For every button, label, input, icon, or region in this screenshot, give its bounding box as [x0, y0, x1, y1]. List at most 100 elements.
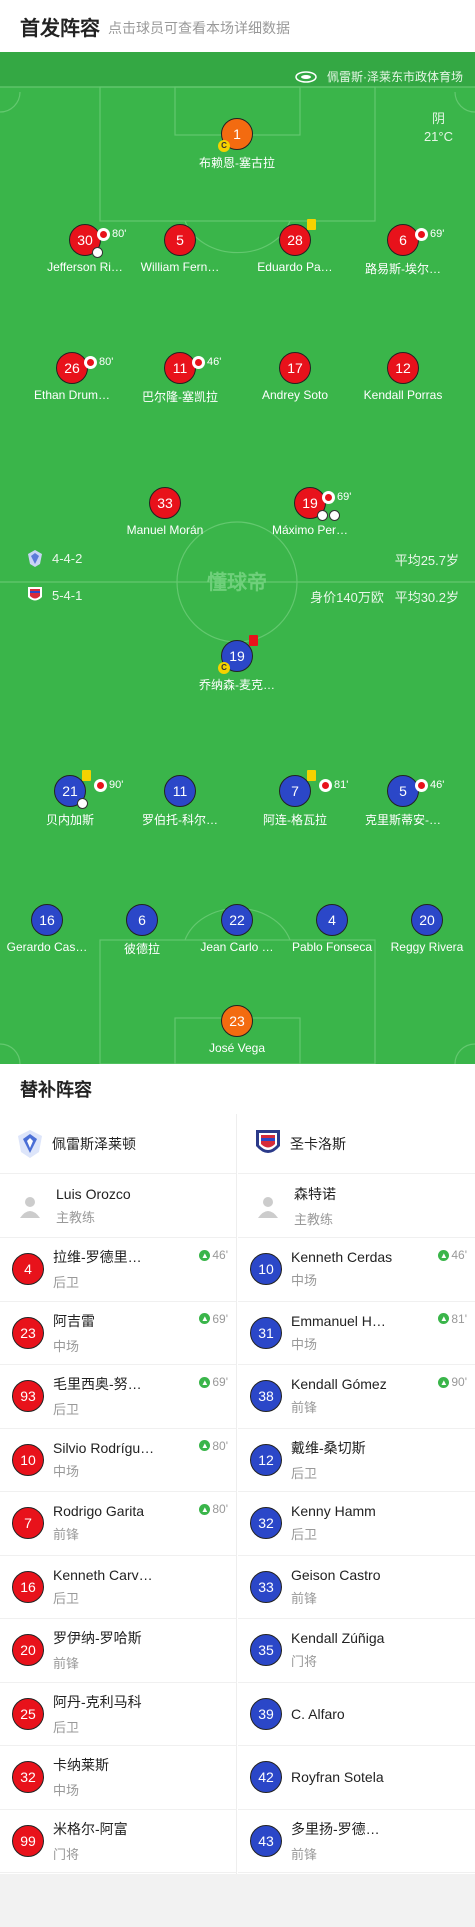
sub-player-number: 99: [12, 1824, 44, 1857]
sub-player-row[interactable]: 10 Kenneth Cerdas 中场 ▲ 46': [238, 1238, 475, 1302]
sub-player-info: 阿丹-克利马科 后卫: [53, 1692, 168, 1736]
home-player[interactable]: 17 Andrey Soto: [240, 352, 350, 402]
sub-player-row[interactable]: 32 卡纳莱斯 中场: [0, 1746, 236, 1810]
player-number: 11: [172, 360, 188, 376]
stadium-icon: [295, 70, 317, 83]
home-player[interactable]: 33 Manuel Morán: [110, 487, 220, 537]
sub-player-info: 多里扬-罗德… 前锋: [291, 1819, 406, 1863]
sub-player-number: 39: [250, 1697, 282, 1730]
player-number: 11: [172, 783, 188, 799]
sub-player-row[interactable]: 35 Kendall Zúñiga 门将: [238, 1619, 475, 1683]
away-player[interactable]: 23 José Vega: [182, 1005, 292, 1055]
sub-player-row[interactable]: 39 C. Alfaro: [238, 1683, 475, 1746]
sub-player-role: 门将: [291, 1654, 318, 1670]
home-player[interactable]: 30 80' Jefferson Ri…: [30, 224, 140, 274]
sub-player-name: Royfran Sotela: [291, 1769, 384, 1786]
sub-on-icon: ▲: [199, 1313, 211, 1324]
player-name: Máximo Per…: [271, 523, 348, 537]
home-team-header[interactable]: 佩雷斯泽莱顿: [0, 1114, 236, 1174]
sub-player-info: 卡纳莱斯 中场: [53, 1755, 168, 1799]
sub-off-icon: [415, 227, 428, 241]
sub-off-icon: [97, 227, 110, 241]
sub-on-icon: ▲: [199, 1503, 211, 1515]
player-number: 30: [77, 232, 93, 248]
away-player[interactable]: 21 90' 贝内加斯: [15, 770, 125, 828]
sub-player-role: 前锋: [53, 1656, 80, 1672]
sub-on-indicator: ▲ 69': [199, 1375, 228, 1389]
sub-player-row[interactable]: 10 Silvio Rodrígu… 中场 ▲ 80': [0, 1429, 236, 1492]
player-number: 12: [395, 360, 411, 376]
goal-ball-icon: [317, 510, 328, 521]
sub-player-number: 7: [12, 1507, 44, 1540]
sub-player-row[interactable]: 4 拉维-罗德里… 后卫 ▲ 46': [0, 1238, 236, 1302]
sub-player-row[interactable]: 93 毛里西奥-努… 后卫 ▲ 69': [0, 1365, 236, 1429]
player-name: 克里斯蒂安-…: [365, 813, 441, 827]
home-subs-column: 佩雷斯泽莱顿 Luis Orozco 主教练 4 拉维-罗德里… 后卫 ▲ 46' 23 阿…: [0, 1114, 237, 1874]
sub-off-indicator: 69': [322, 482, 351, 512]
sub-off-indicator: 46': [415, 770, 444, 800]
player-name: 巴尔隆-塞凯拉: [142, 390, 218, 404]
away-player[interactable]: 22 Jean Carlo …: [182, 904, 292, 954]
away-player[interactable]: 4 Pablo Fonseca: [277, 904, 387, 954]
away-player[interactable]: 5 46' 克里斯蒂安-…: [348, 775, 458, 828]
sub-player-row[interactable]: 38 Kendall Gómez 前锋 ▲ 90': [238, 1365, 475, 1429]
home-player[interactable]: 12 Kendall Porras: [348, 352, 458, 402]
away-player[interactable]: 20 Reggy Rivera: [372, 904, 475, 954]
sub-player-number: 25: [12, 1697, 44, 1730]
captain-icon: C: [218, 140, 230, 152]
sub-time: 69': [430, 228, 445, 240]
away-subs-list: 10 Kenneth Cerdas 中场 ▲ 46' 31 Emmanuel H… 中场 ▲ 81…: [238, 1238, 475, 1873]
sub-player-number: 10: [12, 1443, 44, 1476]
away-player[interactable]: 19 C 乔纳森-麦克…: [182, 635, 292, 693]
home-player[interactable]: 11 46' 巴尔隆-塞凯拉: [125, 352, 235, 405]
home-player[interactable]: 6 69' 路易斯-埃尔…: [348, 224, 458, 277]
player-number-badge: 11 46': [164, 352, 221, 384]
home-crest-icon: [28, 550, 42, 567]
player-number-badge: 11: [164, 775, 196, 807]
away-player[interactable]: 7 81' 阿连-格瓦拉: [240, 770, 350, 828]
home-coach[interactable]: Luis Orozco 主教练: [0, 1174, 236, 1238]
sub-player-name: 罗伊纳-罗哈斯: [53, 1630, 142, 1647]
away-team-header[interactable]: 圣卡洛斯: [238, 1114, 475, 1174]
sub-player-row[interactable]: 42 Royfran Sotela: [238, 1746, 475, 1810]
sub-player-row[interactable]: 20 罗伊纳-罗哈斯 前锋: [0, 1619, 236, 1683]
sub-on-icon: ▲: [438, 1313, 450, 1324]
captain-icon: C: [218, 662, 230, 674]
player-name: Eduardo Pa…: [257, 260, 333, 274]
home-player[interactable]: 5 William Fern…: [125, 224, 235, 274]
player-number: 21: [62, 783, 78, 799]
sub-time: 80': [99, 356, 114, 368]
home-player[interactable]: 19 69' Máximo Per…: [255, 487, 365, 537]
home-player[interactable]: 1 C 布赖恩-塞古拉: [182, 118, 292, 171]
weather-temp: 21°C: [423, 129, 453, 144]
away-coach[interactable]: 森特诺 主教练: [238, 1174, 475, 1238]
player-number: 33: [157, 495, 173, 511]
sub-player-row[interactable]: 99 米格尔-阿富 门将: [0, 1810, 236, 1873]
home-player[interactable]: 28 Eduardo Pa…: [240, 219, 350, 274]
sub-player-row[interactable]: 43 多里扬-罗德… 前锋: [238, 1810, 475, 1873]
sub-player-row[interactable]: 7 Rodrigo Garita 前锋 ▲ 80': [0, 1492, 236, 1556]
sub-player-row[interactable]: 25 阿丹-克利马科 后卫: [0, 1683, 236, 1746]
sub-player-row[interactable]: 33 Geison Castro 前锋: [238, 1556, 475, 1619]
sub-off-indicator: 69': [415, 219, 444, 249]
sub-player-row[interactable]: 12 戴维-桑切斯 后卫: [238, 1429, 475, 1492]
sub-player-row[interactable]: 23 阿吉雷 中场 ▲ 69': [0, 1302, 236, 1365]
sub-player-name: Kenny Hamm: [291, 1503, 376, 1520]
away-player[interactable]: 11 罗伯托-科尔…: [125, 775, 235, 828]
away-player[interactable]: 6 彼德拉: [87, 904, 197, 957]
sub-player-role: 中场: [291, 1336, 318, 1352]
sub-player-row[interactable]: 16 Kenneth Carv… 后卫: [0, 1556, 236, 1619]
sub-off-icon: [94, 778, 107, 792]
sub-player-info: Royfran Sotela: [291, 1769, 406, 1785]
sub-player-row[interactable]: 31 Emmanuel H… 中场 ▲ 81': [238, 1302, 475, 1365]
sub-off-indicator: 81': [319, 770, 348, 800]
sub-player-number: 16: [12, 1570, 44, 1603]
player-number-badge: 6 69': [387, 224, 444, 256]
player-name: 阿连-格瓦拉: [263, 813, 327, 827]
sub-player-role: 后卫: [53, 1719, 80, 1735]
sub-player-row[interactable]: 32 Kenny Hamm 后卫: [238, 1492, 475, 1556]
yellow-card-icon: [307, 219, 316, 230]
home-player[interactable]: 26 80' Ethan Drum…: [17, 352, 127, 402]
venue-name: 佩雷斯·泽莱东市政体育场: [327, 70, 463, 84]
sub-player-name: Silvio Rodrígu…: [53, 1439, 155, 1456]
